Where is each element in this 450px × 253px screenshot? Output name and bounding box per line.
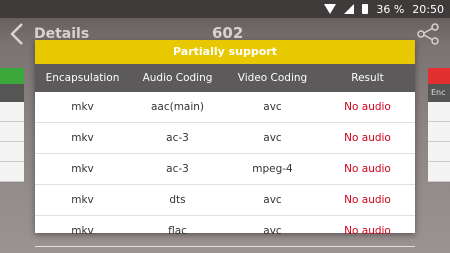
share-icon[interactable] xyxy=(416,22,440,46)
background-row xyxy=(0,162,24,182)
background-row xyxy=(428,122,450,142)
cell-video-coding: mpeg-4 xyxy=(225,153,320,185)
cell-result: No audio xyxy=(320,153,415,185)
table-row: mkv dts avc No audio xyxy=(35,184,415,216)
cell-audio-coding: ac-3 xyxy=(130,153,225,185)
cell-result: No audio xyxy=(320,184,415,216)
column-header-audio-coding: Audio Coding xyxy=(130,64,225,92)
cell-video-coding: avc xyxy=(225,215,320,247)
cell-result: No audio xyxy=(320,122,415,154)
background-row xyxy=(428,162,450,182)
background-table-header-right: Enc xyxy=(428,84,450,102)
column-header-video-coding: Video Coding xyxy=(225,64,320,92)
cell-audio-coding: dts xyxy=(130,184,225,216)
background-row xyxy=(0,142,24,162)
codec-table: Encapsulation Audio Coding Video Coding … xyxy=(35,64,415,247)
cell-audio-coding: flac xyxy=(130,215,225,247)
cell-encapsulation: mkv xyxy=(35,92,130,123)
dialog-title: Partially support xyxy=(35,40,415,64)
background-status-strip-red xyxy=(428,68,450,84)
cell-video-coding: avc xyxy=(225,122,320,154)
battery-level: 36 % xyxy=(376,2,405,16)
cell-audio-coding: aac(main) xyxy=(130,92,225,123)
wifi-icon xyxy=(324,4,337,14)
table-row: mkv aac(main) avc No audio xyxy=(35,92,415,123)
partial-support-dialog: Partially support Encapsulation Audio Co… xyxy=(35,40,415,247)
background-row xyxy=(428,102,450,122)
cell-encapsulation: mkv xyxy=(35,153,130,185)
status-bar: 36 % 20:50 xyxy=(0,0,450,18)
table-row: mkv flac avc No audio xyxy=(35,215,415,247)
cell-video-coding: avc xyxy=(225,92,320,123)
column-header-result: Result xyxy=(320,64,415,92)
cell-encapsulation: mkv xyxy=(35,122,130,154)
cell-audio-coding: ac-3 xyxy=(130,122,225,154)
clock: 20:50 xyxy=(412,2,444,16)
background-row xyxy=(0,122,24,142)
background-row xyxy=(0,102,24,122)
table-header-row: Encapsulation Audio Coding Video Coding … xyxy=(35,64,415,92)
background-status-strip-green xyxy=(0,68,24,84)
battery-icon xyxy=(362,4,369,14)
back-arrow-icon[interactable] xyxy=(8,22,28,46)
cell-encapsulation: mkv xyxy=(35,184,130,216)
table-row: mkv ac-3 mpeg-4 No audio xyxy=(35,153,415,185)
background-row xyxy=(428,142,450,162)
table-row: mkv ac-3 avc No audio xyxy=(35,122,415,154)
signal-icon xyxy=(344,4,355,14)
column-header-encapsulation: Encapsulation xyxy=(35,64,130,92)
cell-result: No audio xyxy=(320,215,415,247)
cell-video-coding: avc xyxy=(225,184,320,216)
background-table-header xyxy=(0,84,24,102)
cell-result: No audio xyxy=(320,92,415,123)
cell-encapsulation: mkv xyxy=(35,215,130,247)
